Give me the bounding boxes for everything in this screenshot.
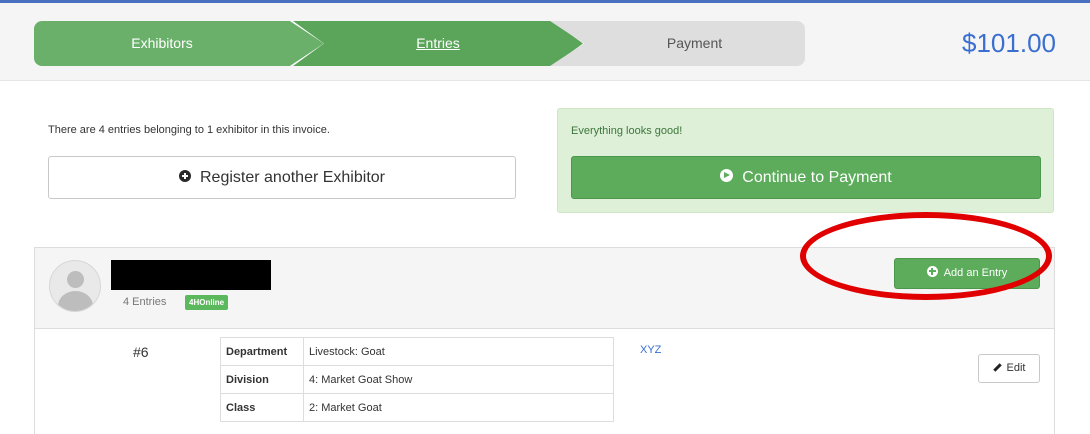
status-message: Everything looks good! [571, 125, 683, 137]
avatar [49, 260, 101, 312]
step-exhibitors-label: Exhibitors [131, 35, 193, 51]
detail-key: Division [220, 365, 304, 394]
avatar-body-shape [58, 291, 93, 311]
continue-to-payment-label: Continue to Payment [742, 169, 892, 186]
entry-details-table: Department Livestock: Goat Division 4: M… [220, 337, 614, 422]
edit-entry-button[interactable]: Edit [978, 354, 1040, 383]
edit-label: Edit [1006, 362, 1026, 374]
exhibitor-panel: 4 Entries 4HOnline Add an Entry #6 Depar… [34, 247, 1055, 434]
detail-key: Class [220, 393, 304, 422]
exhibitor-name-redacted [111, 260, 271, 290]
exhibitor-header: 4 Entries 4HOnline Add an Entry [35, 248, 1054, 329]
add-entry-button[interactable]: Add an Entry [894, 258, 1040, 289]
avatar-head-shape [67, 271, 84, 288]
step-payment[interactable]: Payment [550, 21, 805, 66]
add-entry-label: Add an Entry [943, 267, 1008, 279]
pencil-icon [992, 362, 1002, 372]
table-row: Department Livestock: Goat [220, 337, 614, 366]
entries-count: 4 Entries [123, 296, 167, 308]
entry-link[interactable]: XYZ [640, 344, 661, 356]
detail-value: 2: Market Goat [303, 393, 614, 422]
plus-circle-icon [926, 265, 938, 277]
plus-circle-icon [179, 169, 191, 182]
progress-steps: Exhibitors Entries Payment [34, 21, 805, 66]
step-exhibitors[interactable]: Exhibitors [34, 21, 324, 66]
entry-number: #6 [133, 344, 149, 360]
invoice-summary-text: There are 4 entries belonging to 1 exhib… [48, 124, 330, 136]
detail-value: Livestock: Goat [303, 337, 614, 366]
source-badge: 4HOnline [185, 295, 229, 310]
register-exhibitor-label: Register another Exhibitor [200, 169, 385, 186]
table-row: Division 4: Market Goat Show [220, 365, 614, 394]
step-entries[interactable]: Entries [290, 21, 586, 66]
status-panel: Everything looks good! Continue to Payme… [557, 108, 1054, 213]
register-exhibitor-button[interactable]: Register another Exhibitor [48, 156, 516, 199]
detail-key: Department [220, 337, 304, 366]
arrow-right-circle-icon [720, 169, 734, 183]
detail-value: 4: Market Goat Show [303, 365, 614, 394]
step-payment-label: Payment [666, 35, 723, 51]
step-entries-label: Entries [416, 35, 460, 51]
invoice-total: $101.00 [962, 28, 1056, 58]
table-row: Class 2: Market Goat [220, 393, 614, 422]
continue-to-payment-button[interactable]: Continue to Payment [571, 156, 1041, 199]
